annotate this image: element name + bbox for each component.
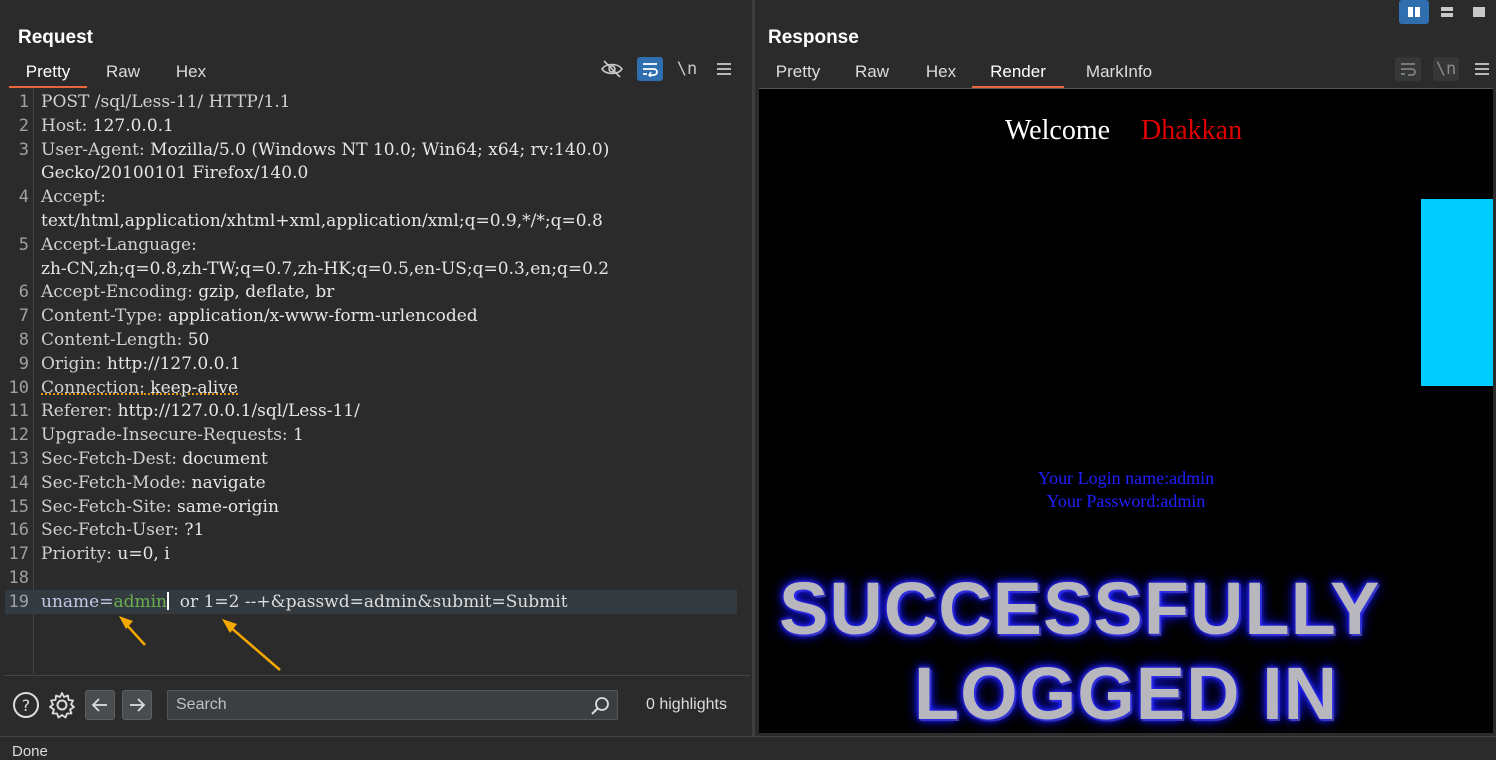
request-tabs: Pretty Raw Hex: [9, 58, 223, 88]
hide-nonprintable-icon[interactable]: [599, 57, 625, 81]
render-view: Welcome Dhakkan Your Login name:admin Yo…: [759, 88, 1493, 733]
tab-raw[interactable]: Raw: [87, 58, 159, 88]
welcome-text: Welcome: [1005, 115, 1111, 146]
search-input[interactable]: [167, 690, 618, 720]
layout-side-by-side-icon[interactable]: [1399, 0, 1429, 24]
status-text: Done: [12, 743, 48, 760]
response-tabs: Pretty Raw Hex Render MarkInfo: [762, 58, 1174, 88]
help-icon[interactable]: ?: [11, 690, 41, 720]
word-wrap-icon[interactable]: [637, 57, 663, 81]
annotation-arrows: [119, 616, 281, 671]
response-title: Response: [768, 27, 859, 48]
previous-arrow-icon[interactable]: [85, 690, 115, 720]
settings-gear-icon[interactable]: [47, 690, 77, 720]
request-editor[interactable]: 1 POST /sql/Less-11/ HTTP/1.1 2 Host: 127.0…: [5, 88, 750, 674]
search-icon[interactable]: [590, 696, 610, 720]
layout-stacked-icon[interactable]: [1432, 0, 1462, 24]
search-bar: ? 0 highlights: [5, 675, 750, 735]
newline-toggle[interactable]: \n: [674, 57, 700, 81]
menu-icon[interactable]: [711, 57, 737, 81]
login-info: Your Login name:admin Your Password:admi…: [759, 467, 1493, 513]
tab-hex[interactable]: Hex: [910, 58, 972, 88]
status-bar: Done: [0, 736, 1496, 760]
highlights-count: 0 highlights: [646, 696, 727, 713]
login-name-text: Your Login name:admin: [1037, 468, 1215, 488]
menu-icon[interactable]: [1469, 57, 1495, 81]
word-wrap-icon[interactable]: [1395, 57, 1421, 81]
rendered-image-box: [1421, 199, 1493, 386]
tab-pretty[interactable]: Pretty: [9, 58, 87, 88]
tab-pretty[interactable]: Pretty: [762, 58, 834, 88]
newline-toggle[interactable]: \n: [1433, 57, 1459, 81]
request-pane: Request Pretty Raw Hex \n 1 POST /sql/Les…: [0, 0, 752, 736]
tab-markinfo[interactable]: MarkInfo: [1064, 58, 1174, 88]
welcome-username: Dhakkan: [1141, 115, 1243, 146]
password-text: Your Password:admin: [1046, 491, 1206, 511]
request-title: Request: [18, 27, 93, 48]
svg-text:?: ?: [22, 696, 31, 715]
layout-single-icon[interactable]: [1464, 0, 1494, 24]
response-pane: Response Pretty Raw Hex Render MarkInfo …: [755, 0, 1496, 736]
success-banner-line1: SUCCESSFULLY: [779, 567, 1381, 650]
tab-render[interactable]: Render: [972, 58, 1064, 88]
next-arrow-icon[interactable]: [122, 690, 152, 720]
success-banner-line2: LOGGED IN: [913, 652, 1339, 733]
tab-hex[interactable]: Hex: [159, 58, 223, 88]
tab-raw[interactable]: Raw: [834, 58, 910, 88]
